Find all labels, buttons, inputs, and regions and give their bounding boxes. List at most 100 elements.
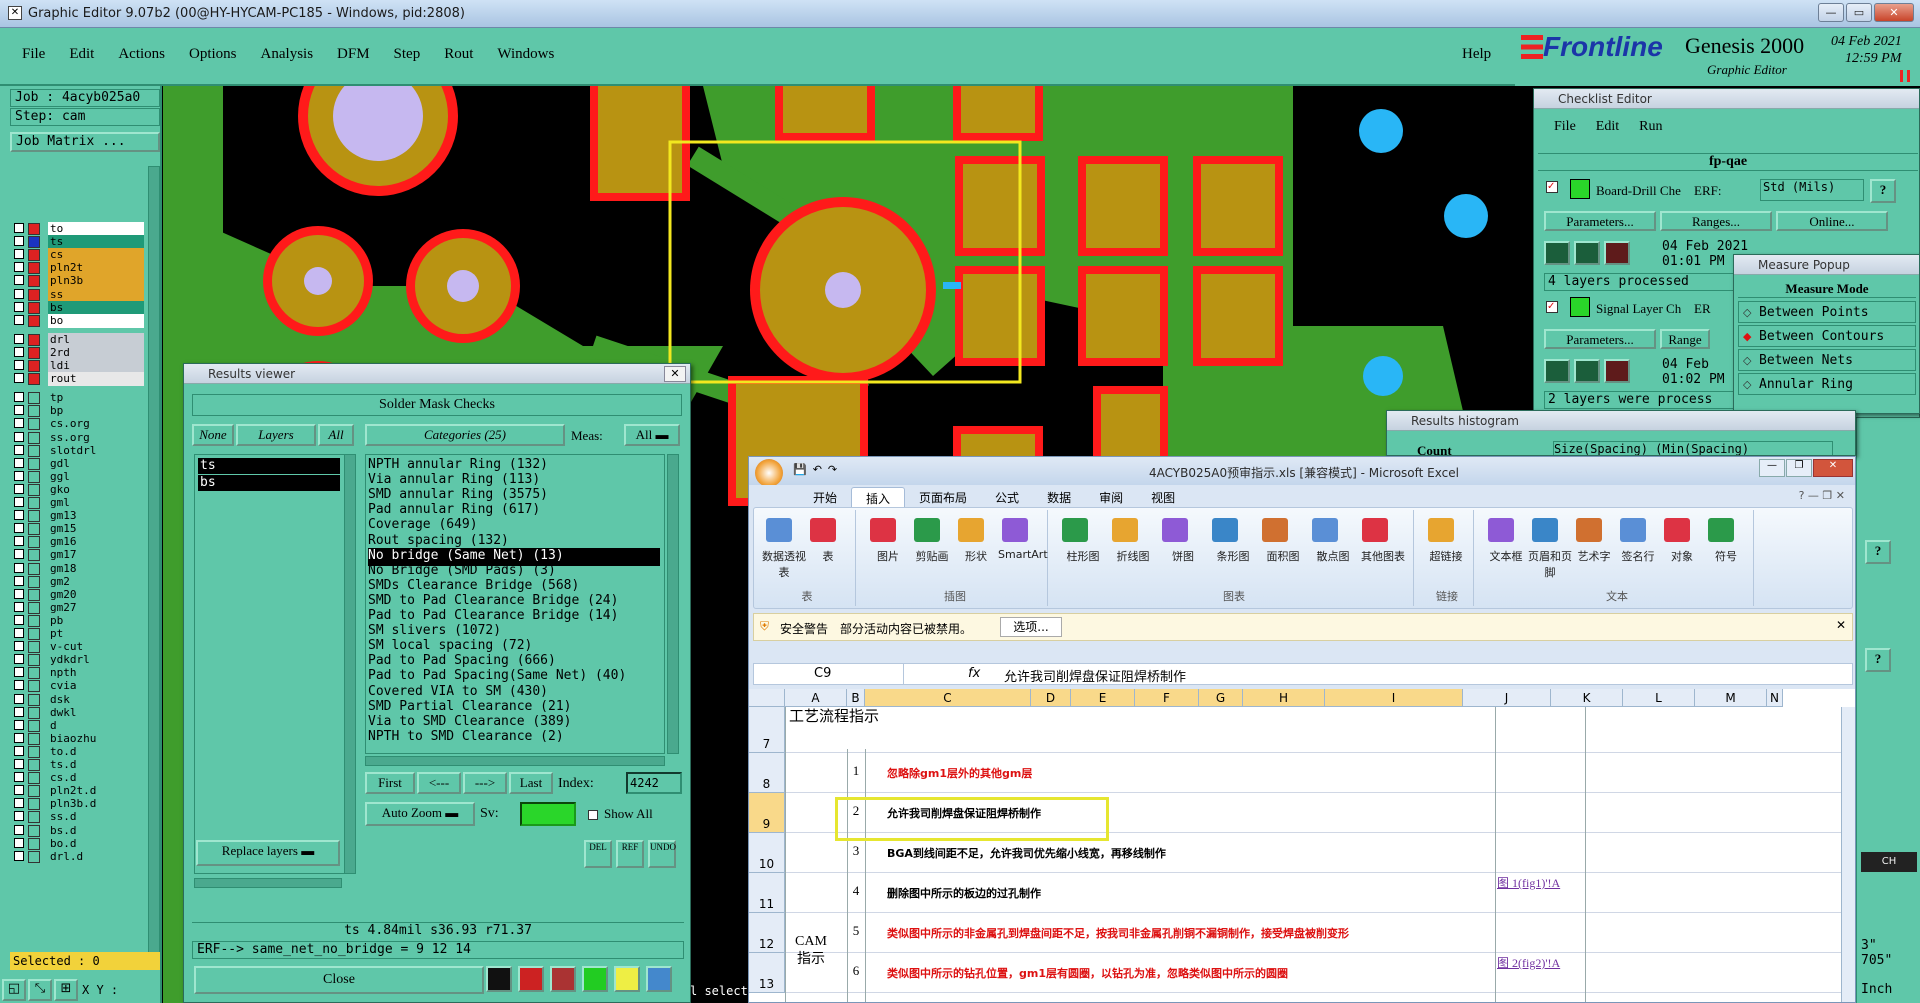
- layer-result-ts[interactable]: ts: [198, 458, 340, 474]
- measure-mode-option[interactable]: ◇ Between Nets: [1738, 349, 1916, 371]
- ribbon-item-icon[interactable]: [1576, 518, 1602, 542]
- layers-button[interactable]: Layers: [236, 424, 316, 446]
- ribbon-item-label[interactable]: 对象: [1660, 548, 1704, 564]
- layer-row-ts[interactable]: ts: [14, 235, 144, 249]
- layer-row-gm15[interactable]: gm15: [14, 522, 144, 536]
- layer-row-bo-d[interactable]: bo.d: [14, 837, 144, 851]
- grid-vscroll[interactable]: [1841, 707, 1855, 1002]
- layer-affected-icon[interactable]: [28, 576, 40, 588]
- layer-row-2rd[interactable]: 2rd: [14, 346, 144, 360]
- menu-step[interactable]: Step: [382, 42, 433, 67]
- cell-j-hyperlink[interactable]: 图 2(fig2)'!A: [1497, 955, 1583, 972]
- layer-affected-icon[interactable]: [28, 825, 40, 837]
- run-all-icon[interactable]: [1574, 241, 1600, 265]
- layer-affected-icon[interactable]: [28, 360, 40, 372]
- layer-row-bp[interactable]: bp: [14, 404, 144, 418]
- layer-affected-icon[interactable]: [28, 628, 40, 640]
- ribbon-item-icon[interactable]: [1708, 518, 1734, 542]
- layer-row-gm17[interactable]: gm17: [14, 548, 144, 562]
- cell-a12[interactable]: CAM指示: [789, 933, 833, 973]
- layer-checkbox[interactable]: [14, 563, 24, 573]
- run-all-icon-2[interactable]: [1574, 359, 1600, 383]
- layer-affected-icon[interactable]: [28, 275, 40, 287]
- layer-row-dsk[interactable]: dsk: [14, 693, 144, 707]
- layer-checkbox[interactable]: [14, 497, 24, 507]
- cell-c-text[interactable]: 类似图中所示的钻孔位置，gm1层有圆圈，以钻孔为准，忽略类似图中所示的圆圈: [887, 965, 1288, 981]
- layer-affected-icon[interactable]: [28, 746, 40, 758]
- layer-row-gdl[interactable]: gdl: [14, 457, 144, 471]
- layer-affected-icon[interactable]: [28, 563, 40, 575]
- action1-ranges-button[interactable]: Ranges...: [1660, 211, 1772, 231]
- layer-checkbox[interactable]: [14, 275, 24, 285]
- ribbon-item-icon[interactable]: [1488, 518, 1514, 542]
- layer-checkbox[interactable]: [14, 772, 24, 782]
- layer-checkbox[interactable]: [14, 289, 24, 299]
- undo-button[interactable]: UNDO: [648, 840, 676, 868]
- layer-affected-icon[interactable]: [28, 851, 40, 863]
- cell-b-number[interactable]: 1: [847, 763, 865, 779]
- radio-diamond-icon[interactable]: ◇: [1743, 354, 1751, 367]
- layer-checkbox[interactable]: [14, 236, 24, 246]
- erase-icon[interactable]: [550, 966, 576, 992]
- column-header[interactable]: C: [865, 689, 1031, 707]
- layer-results-list[interactable]: ts bs: [194, 454, 354, 874]
- layer-row-to-d[interactable]: to.d: [14, 745, 144, 759]
- ribbon-item-icon[interactable]: [870, 518, 896, 542]
- ribbon-item-icon[interactable]: [1620, 518, 1646, 542]
- column-header[interactable]: I: [1325, 689, 1463, 707]
- layer-list-vscroll[interactable]: [344, 454, 356, 874]
- ribbon-item-icon[interactable]: [1162, 518, 1188, 542]
- ribbon-item-label[interactable]: SmartArt: [998, 548, 1048, 561]
- layer-affected-icon[interactable]: [28, 549, 40, 561]
- layer-checkbox[interactable]: [14, 347, 24, 357]
- action2-parameters-button[interactable]: Parameters...: [1544, 329, 1656, 349]
- layer-row-tp[interactable]: tp: [14, 391, 144, 405]
- layer-row-cs-org[interactable]: cs.org: [14, 417, 144, 431]
- menu-windows[interactable]: Windows: [485, 42, 566, 67]
- layer-affected-icon[interactable]: [28, 302, 40, 314]
- ribbon-item-label[interactable]: 签名行: [1616, 548, 1660, 564]
- column-header[interactable]: G: [1199, 689, 1243, 707]
- stop-icon-2[interactable]: [1604, 359, 1630, 383]
- layer-row-gm13[interactable]: gm13: [14, 509, 144, 523]
- layer-row-cs[interactable]: cs: [14, 248, 144, 262]
- excel-close-button[interactable]: ✕: [1813, 459, 1853, 477]
- layer-affected-icon[interactable]: [28, 707, 40, 719]
- column-header[interactable]: K: [1551, 689, 1623, 707]
- layer-affected-icon[interactable]: [28, 798, 40, 810]
- layer-affected-icon[interactable]: [28, 536, 40, 548]
- category-item[interactable]: NPTH to SMD Clearance (2): [368, 729, 660, 747]
- layer-affected-icon[interactable]: [28, 405, 40, 417]
- layer-row-ss-d[interactable]: ss.d: [14, 810, 144, 824]
- layer-checkbox[interactable]: [14, 628, 24, 638]
- action2-checkbox[interactable]: ✓: [1546, 301, 1558, 313]
- layer-checkbox[interactable]: [14, 249, 24, 259]
- layer-affected-icon[interactable]: [28, 680, 40, 692]
- layer-affected-icon[interactable]: [28, 432, 40, 444]
- layer-checkbox[interactable]: [14, 602, 24, 612]
- office-button-icon[interactable]: [755, 459, 783, 487]
- column-header[interactable]: E: [1071, 689, 1135, 707]
- layer-checkbox[interactable]: [14, 223, 24, 233]
- layer-checkbox[interactable]: [14, 589, 24, 599]
- row-header[interactable]: 12: [749, 913, 785, 953]
- ribbon-item-label[interactable]: 柱形图: [1058, 548, 1108, 564]
- cell-b-number[interactable]: 3: [847, 843, 865, 859]
- layer-affected-icon[interactable]: [28, 262, 40, 274]
- undo-icon[interactable]: ↶: [813, 463, 822, 476]
- layer-affected-icon[interactable]: [28, 641, 40, 653]
- menu-options[interactable]: Options: [177, 42, 249, 67]
- ref-button[interactable]: REF: [616, 840, 644, 868]
- sv-color-select[interactable]: [520, 802, 576, 826]
- none-button[interactable]: None: [192, 424, 234, 446]
- layer-row-npth[interactable]: npth: [14, 666, 144, 680]
- layer-row-slotdrl[interactable]: slotdrl: [14, 444, 144, 458]
- layer-row-pln2t-d[interactable]: pln2t.d: [14, 784, 144, 798]
- ribbon-item-icon[interactable]: [1002, 518, 1028, 542]
- row-header[interactable]: 9: [749, 793, 785, 833]
- layer-affected-icon[interactable]: [28, 720, 40, 732]
- menu-help[interactable]: Help: [1462, 46, 1491, 63]
- results-close-button[interactable]: Close: [194, 966, 484, 994]
- layer-row-v-cut[interactable]: v-cut: [14, 640, 144, 654]
- row-header[interactable]: 7: [749, 707, 785, 753]
